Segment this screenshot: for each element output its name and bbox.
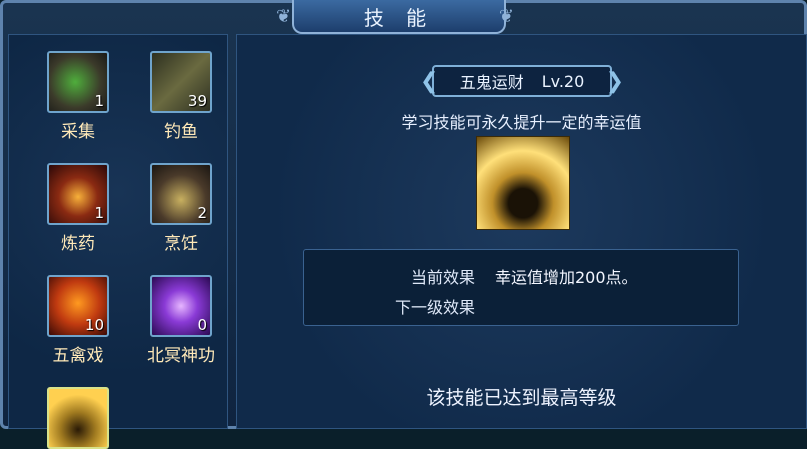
skill-description: 学习技能可永久提升一定的幸运值 — [401, 113, 642, 132]
skill-detail-panel: ❮ 五鬼运财 Lv.20 ❯ 学习技能可永久提升一定的幸运值 当前效果 幸运值增… — [236, 34, 807, 429]
skill-fishing[interactable]: 39 钓鱼 — [131, 51, 231, 142]
fishing-rod-icon: 39 — [150, 51, 212, 113]
skill-collect[interactable]: 1 采集 — [28, 51, 128, 142]
title-ornament-left-icon: ❦ — [276, 6, 300, 27]
skill-label: 北冥神功 — [147, 346, 215, 366]
alchemy-furnace-icon: 1 — [47, 163, 109, 225]
skill-count: 39 — [187, 92, 207, 110]
skill-count: 0 — [197, 316, 207, 334]
skill-name-banner: ❮ 五鬼运财 Lv.20 ❯ — [420, 65, 624, 97]
skill-wuqinxi[interactable]: 10 五禽戏 — [28, 275, 128, 366]
skill-count: 10 — [84, 316, 104, 334]
skill-list-panel: 1 采集 39 钓鱼 1 炼药 2 烹饪 10 五禽戏 0 北冥神功 — [8, 34, 231, 449]
skill-wugui-selected[interactable] — [28, 387, 128, 449]
five-animals-exercise-icon: 10 — [47, 275, 109, 337]
skill-label: 五禽戏 — [52, 346, 104, 366]
skill-label: 烹饪 — [164, 234, 198, 254]
skill-level: Lv.20 — [541, 71, 585, 91]
skill-cooking[interactable]: 2 烹饪 — [131, 163, 231, 254]
current-effect-label: 当前效果 — [411, 268, 476, 287]
skill-count: 1 — [94, 92, 104, 110]
skill-alchemy[interactable]: 1 炼药 — [28, 163, 128, 254]
banner-arrow-left-icon: ❮ — [420, 69, 439, 94]
skill-name: 五鬼运财 — [459, 73, 524, 92]
skill-count: 2 — [197, 204, 207, 222]
window-title-tab: ❦ 技 能 ❦ — [276, 0, 514, 34]
skill-label: 炼药 — [61, 234, 95, 254]
cooking-wok-icon: 2 — [150, 163, 212, 225]
gold-pot-icon — [476, 136, 570, 230]
current-effect-value: 幸运值增加200点。 — [495, 268, 638, 287]
effect-box: 当前效果 幸运值增加200点。 下一级效果 — [303, 249, 739, 326]
max-level-message: 该技能已达到最高等级 — [426, 387, 617, 409]
skill-count: 1 — [94, 204, 104, 222]
collect-herb-icon: 1 — [47, 51, 109, 113]
title-ornament-right-icon: ❦ — [498, 6, 522, 27]
banner-arrow-right-icon: ❯ — [605, 69, 624, 94]
skill-beiming[interactable]: 0 北冥神功 — [131, 275, 231, 366]
gold-pot-icon — [47, 387, 109, 449]
window-title: 技 能 — [363, 5, 435, 30]
skill-label: 采集 — [61, 122, 95, 142]
beiming-power-icon: 0 — [150, 275, 212, 337]
skill-label: 钓鱼 — [164, 122, 198, 142]
next-effect-label: 下一级效果 — [395, 298, 476, 317]
